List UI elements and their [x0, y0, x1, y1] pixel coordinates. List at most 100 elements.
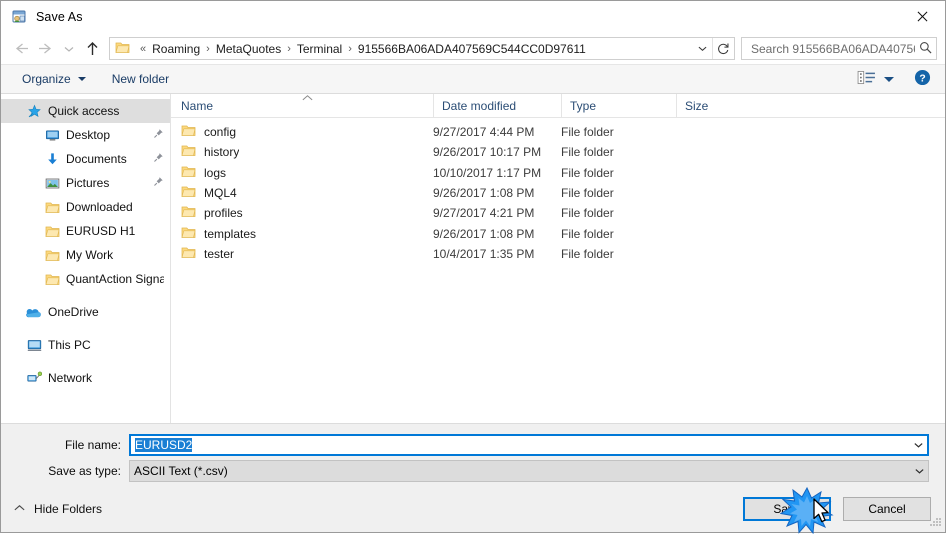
forward-button[interactable] [33, 37, 59, 61]
address-bar[interactable]: « Roaming › MetaQuotes › Terminal › 9155… [109, 37, 735, 60]
command-bar: Organize New folder ? [1, 64, 945, 94]
folder-icon [181, 205, 196, 221]
column-header-name[interactable]: Name [171, 94, 433, 117]
file-name-label: history [204, 145, 240, 160]
table-row[interactable]: profiles 9/27/2017 4:21 PM File folder [171, 203, 945, 223]
file-name-label: File name: [64, 438, 121, 452]
file-name-input[interactable]: EURUSD2 [129, 434, 929, 456]
save-button[interactable]: Save [743, 497, 831, 521]
sidebar-item-quick-access[interactable]: Quick access [1, 99, 170, 123]
help-question-icon: ? [914, 69, 931, 89]
column-header-type[interactable]: Type [561, 94, 676, 117]
sidebar-item-documents[interactable]: Documents [1, 147, 170, 171]
folder-icon [181, 246, 196, 262]
table-row[interactable]: history 9/26/2017 10:17 PM File folder [171, 142, 945, 162]
file-name-label: config [204, 125, 237, 140]
column-header-date-modified[interactable]: Date modified [433, 94, 561, 117]
search-input[interactable] [749, 40, 917, 57]
sidebar-item-eurusd-h1[interactable]: EURUSD H1 [1, 219, 170, 243]
save-as-type-chevron-down-icon[interactable] [911, 461, 928, 481]
breadcrumb-item-roaming[interactable]: Roaming [151, 42, 201, 56]
dialog-footer: Hide Folders Save Cancel [1, 486, 945, 532]
chevron-down-icon [77, 77, 86, 81]
sidebar-item-this-pc[interactable]: This PC [1, 333, 170, 357]
sidebar-item-label: This PC [48, 338, 91, 352]
save-form: File name: EURUSD2 Save as type: ASCII T… [1, 423, 945, 486]
sidebar-item-label: Pictures [66, 176, 110, 190]
file-name-chevron-down-icon[interactable] [910, 436, 927, 454]
sidebar-item-my-work[interactable]: My Work [1, 243, 170, 267]
sidebar-item-label: Quick access [48, 104, 120, 118]
table-row[interactable]: logs 10/10/2017 1:17 PM File folder [171, 163, 945, 183]
chevron-down-icon [884, 76, 894, 82]
address-chevron-down-icon[interactable] [692, 38, 712, 59]
breadcrumb-separator[interactable]: › [343, 43, 357, 55]
breadcrumb-item-metaquotes[interactable]: MetaQuotes [215, 42, 282, 56]
folder-icon [181, 144, 196, 160]
file-name-selected-text: EURUSD2 [135, 438, 193, 452]
help-button[interactable]: ? [914, 69, 931, 89]
file-date-cell: 9/27/2017 4:44 PM [433, 125, 535, 140]
search-box[interactable] [741, 37, 937, 60]
file-name-label: logs [204, 165, 227, 180]
breadcrumb-separator[interactable]: › [282, 43, 296, 55]
save-as-type-label: Save as type: [48, 464, 121, 478]
file-list[interactable]: config 9/27/2017 4:44 PM File folder his… [171, 118, 945, 423]
close-icon[interactable] [899, 1, 945, 32]
file-date-cell: 9/27/2017 4:21 PM [433, 206, 535, 221]
sidebar-item-network[interactable]: Network [1, 366, 170, 390]
save-as-type-value: ASCII Text (*.csv) [134, 464, 228, 478]
folder-icon [44, 223, 60, 239]
svg-text:?: ? [919, 74, 925, 85]
sidebar-item-label: Network [48, 371, 93, 385]
organize-button[interactable]: Organize [15, 68, 93, 90]
breadcrumb-item-terminal[interactable]: Terminal [296, 42, 343, 56]
up-button[interactable] [79, 37, 105, 61]
navigation-sidebar[interactable]: Quick access Desktop Documents Pictures … [1, 94, 171, 423]
table-row[interactable]: tester 10/4/2017 1:35 PM File folder [171, 244, 945, 264]
sidebar-item-downloaded[interactable]: Downloaded [1, 195, 170, 219]
save-as-dialog: Save As « Roaming › MetaQuotes › Termina… [0, 0, 946, 533]
folder-icon [44, 199, 60, 215]
pin-icon[interactable] [153, 128, 164, 142]
pin-icon[interactable] [153, 176, 164, 190]
file-name-cell: logs [171, 165, 433, 181]
pin-icon[interactable] [153, 152, 164, 166]
cancel-button[interactable]: Cancel [843, 497, 931, 521]
refresh-icon[interactable] [712, 38, 734, 59]
sidebar-item-label: My Work [66, 248, 114, 262]
sidebar-item-pictures[interactable]: Pictures [1, 171, 170, 195]
table-row[interactable]: MQL4 9/26/2017 1:08 PM File folder [171, 183, 945, 203]
file-date-cell: 10/4/2017 1:35 PM [433, 246, 535, 261]
hide-folders-button[interactable]: Hide Folders [13, 502, 102, 516]
hide-folders-label: Hide Folders [34, 502, 103, 516]
file-date-cell: 10/10/2017 1:17 PM [433, 165, 542, 180]
view-layout-button[interactable] [853, 67, 898, 91]
file-name-cell: tester [171, 246, 433, 262]
save-as-app-icon [11, 9, 27, 25]
table-row[interactable]: templates 9/26/2017 1:08 PM File folder [171, 223, 945, 243]
content-area: Quick access Desktop Documents Pictures … [1, 94, 945, 423]
column-header-row: Name Date modified Type Size [171, 94, 945, 118]
folder-icon [181, 226, 196, 242]
file-type-cell: File folder [561, 246, 614, 261]
breadcrumb-item-current[interactable]: 915566BA06ADA407569C544CC0D97611 [357, 42, 587, 56]
view-layout-icon [857, 70, 876, 88]
breadcrumb-separator[interactable]: › [201, 43, 215, 55]
new-folder-button[interactable]: New folder [105, 68, 176, 90]
file-name-cell: config [171, 124, 433, 140]
resize-grip-icon[interactable] [928, 516, 941, 529]
breadcrumb-overflow[interactable]: « [135, 43, 151, 55]
sidebar-item-desktop[interactable]: Desktop [1, 123, 170, 147]
search-icon[interactable] [919, 41, 932, 57]
column-header-size[interactable]: Size [676, 94, 756, 117]
recent-locations-chevron-down-icon[interactable] [59, 37, 79, 61]
back-button[interactable] [7, 37, 33, 61]
file-name-value[interactable]: EURUSD2 [131, 438, 910, 452]
file-name-label: tester [204, 246, 235, 261]
table-row[interactable]: config 9/27/2017 4:44 PM File folder [171, 122, 945, 142]
sidebar-item-onedrive[interactable]: OneDrive [1, 300, 170, 324]
file-list-pane: Name Date modified Type Size config 9/27… [171, 94, 945, 423]
sidebar-item-quantaction-signal[interactable]: QuantAction Signal [1, 267, 170, 291]
save-as-type-select[interactable]: ASCII Text (*.csv) [129, 460, 929, 482]
